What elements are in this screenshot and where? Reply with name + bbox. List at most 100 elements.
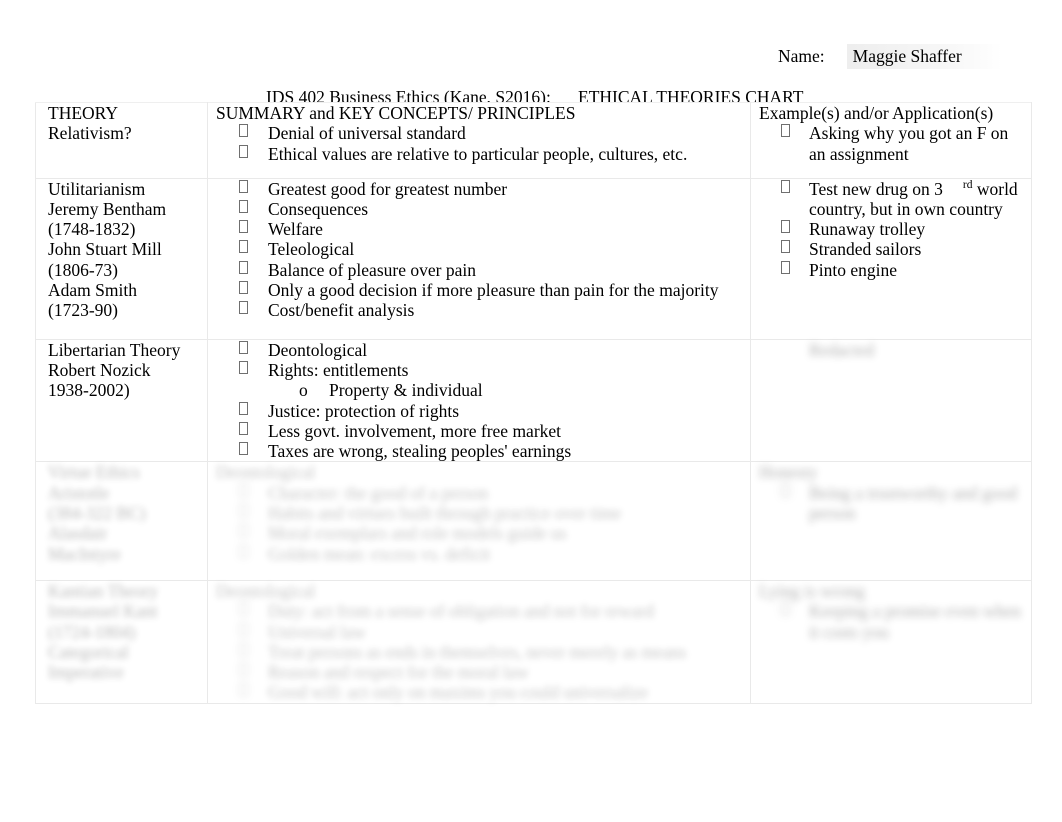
list-item-text: Only a good decision if more pleasure th… bbox=[268, 280, 719, 301]
summary-cell: Deontological Duty: act from a sense of … bbox=[207, 579, 751, 704]
list-item: Runaway trolley bbox=[759, 219, 1027, 239]
bullet-box-icon bbox=[781, 260, 790, 274]
list-item-text: Greatest good for greatest number bbox=[268, 178, 508, 199]
redacted-theory-block: Kantian Theory Immanuel Kant (1724-1804)… bbox=[48, 580, 158, 683]
list-item: Taxes are wrong, stealing peoples' earni… bbox=[216, 441, 746, 461]
example-bullet-list: Redacted bbox=[759, 340, 1027, 360]
theory-person-dates: (1748-1832) bbox=[48, 219, 136, 240]
bullet-box-icon bbox=[239, 401, 248, 415]
example-cell: Redacted bbox=[750, 338, 1032, 463]
summary-bullet-list: Greatest good for greatest number Conseq… bbox=[216, 179, 746, 321]
summary-cell: Deontological Rights: entitlements o Pro… bbox=[207, 338, 751, 463]
bullet-box-icon bbox=[239, 144, 248, 158]
list-item-text: Cost/benefit analysis bbox=[268, 300, 415, 321]
theory-cell: THEORY Relativism? bbox=[35, 102, 208, 179]
list-item-text-lead: Test new drug on 3 bbox=[809, 178, 943, 199]
redacted-summary-block: Deontological Duty: act from a sense of … bbox=[216, 580, 687, 703]
ethical-theories-table: THEORY Relativism? SUMMARY and KEY CONCE… bbox=[35, 102, 1032, 704]
redacted-summary-block: Deontological Character: the good of a p… bbox=[216, 462, 622, 564]
list-item-text: Stranded sailors bbox=[809, 239, 922, 260]
sub-list-item: o Property & individual bbox=[216, 380, 746, 400]
ordinal-suffix: rd bbox=[962, 178, 973, 191]
bullet-box-icon bbox=[781, 220, 790, 234]
bullet-box-icon bbox=[239, 301, 248, 315]
bullet-box-icon bbox=[239, 360, 248, 374]
list-item: Consequences bbox=[216, 199, 746, 219]
list-item: Teleological bbox=[216, 239, 746, 259]
bullet-box-icon bbox=[239, 124, 248, 138]
list-item: Less govt. involvement, more free market bbox=[216, 421, 746, 441]
example-cell: Honesty Being a trustworthy and good per… bbox=[750, 461, 1032, 581]
sub-list-item-text: Property & individual bbox=[329, 380, 483, 401]
theory-cell: Virtue Ethics Aristotle (384-322 BC) Ala… bbox=[35, 461, 208, 581]
theory-cell: Kantian Theory Immanuel Kant (1724-1804)… bbox=[35, 579, 208, 704]
bullet-box-icon bbox=[781, 240, 790, 254]
theory-person: Jeremy Bentham bbox=[48, 198, 167, 219]
theory-person-dates: (1723-90) bbox=[48, 300, 118, 321]
bullet-box-icon bbox=[239, 199, 248, 213]
bullet-box-icon bbox=[239, 240, 248, 254]
table-row: Libertarian Theory Robert Nozick 1938-20… bbox=[35, 338, 1032, 463]
list-item-text: Asking why you got an F on an assignment bbox=[809, 123, 1009, 164]
list-item-text: Pinto engine bbox=[809, 259, 897, 280]
bullet-box-icon bbox=[239, 260, 248, 274]
theory-person: Adam Smith bbox=[48, 280, 137, 301]
list-item-text: Justice: protection of rights bbox=[268, 400, 460, 421]
list-item: Only a good decision if more pleasure th… bbox=[216, 280, 746, 300]
list-item: Justice: protection of rights bbox=[216, 401, 746, 421]
list-item: Cost/benefit analysis bbox=[216, 300, 746, 320]
list-item-text-tail: world bbox=[976, 178, 1018, 199]
theory-person: John Stuart Mill bbox=[48, 239, 162, 260]
bullet-box-icon bbox=[239, 421, 248, 435]
example-cell: Lying is wrong Keeping a promise even wh… bbox=[750, 579, 1032, 704]
list-item-text: Taxes are wrong, stealing peoples' earni… bbox=[268, 441, 572, 462]
table-row-redacted: Virtue Ethics Aristotle (384-322 BC) Ala… bbox=[35, 461, 1032, 581]
circle-marker-icon: o bbox=[299, 380, 308, 401]
list-item-text: Redacted bbox=[809, 339, 875, 360]
redacted-example-block: Lying is wrong Keeping a promise even wh… bbox=[759, 580, 1021, 642]
theory-person: Robert Nozick bbox=[48, 359, 151, 380]
theory-cell: Utilitarianism Jeremy Bentham (1748-1832… bbox=[35, 177, 208, 340]
example-cell: Example(s) and/or Application(s) Asking … bbox=[750, 102, 1032, 179]
table-row: THEORY Relativism? SUMMARY and KEY CONCE… bbox=[35, 102, 1032, 179]
name-field-value[interactable]: Maggie Shaffer bbox=[846, 44, 1002, 69]
list-item-text: Deontological bbox=[268, 339, 368, 360]
list-item: Stranded sailors bbox=[759, 239, 1027, 259]
column-header-summary: SUMMARY and KEY CONCEPTS/ PRINCIPLES bbox=[216, 103, 576, 123]
summary-sub-bullet-list: o Property & individual bbox=[216, 380, 746, 400]
example-bullet-list: Test new drug on 3 rd world country, but … bbox=[759, 179, 1027, 280]
summary-bullet-list-continued: Justice: protection of rights Less govt.… bbox=[216, 401, 746, 462]
example-cell: Test new drug on 3 rd world country, but … bbox=[750, 177, 1032, 340]
summary-cell: SUMMARY and KEY CONCEPTS/ PRINCIPLES Den… bbox=[207, 102, 751, 179]
name-header: Name: Maggie Shaffer bbox=[0, 44, 1062, 74]
summary-bullet-list: Denial of universal standard Ethical val… bbox=[216, 123, 746, 164]
list-item-text: Consequences bbox=[268, 198, 369, 219]
list-item: Greatest good for greatest number bbox=[216, 179, 746, 199]
list-item-text: Less govt. involvement, more free market bbox=[268, 420, 562, 441]
document-page: Name: Maggie Shaffer IDS 402 Business Et… bbox=[0, 0, 1062, 822]
bullet-box-icon bbox=[781, 124, 790, 138]
summary-bullet-list: Deontological Rights: entitlements bbox=[216, 340, 746, 381]
theory-title-utilitarianism: Utilitarianism bbox=[48, 178, 146, 199]
list-item: Redacted bbox=[759, 340, 1027, 360]
list-item: Welfare bbox=[216, 219, 746, 239]
list-item-text-rest: country, but in own country bbox=[809, 198, 1003, 219]
theory-title-libertarian: Libertarian Theory bbox=[48, 339, 181, 360]
list-item-text: Ethical values are relative to particula… bbox=[268, 143, 688, 164]
summary-cell: Greatest good for greatest number Conseq… bbox=[207, 177, 751, 340]
example-bullet-list: Asking why you got an F on an assignment bbox=[759, 123, 1027, 164]
redacted-theory-block: Virtue Ethics Aristotle (384-322 BC) Ala… bbox=[48, 462, 146, 564]
theory-cell: Libertarian Theory Robert Nozick 1938-20… bbox=[35, 338, 208, 463]
table-row: Utilitarianism Jeremy Bentham (1748-1832… bbox=[35, 177, 1032, 340]
list-item-text: Runaway trolley bbox=[809, 219, 926, 240]
table-row-redacted: Kantian Theory Immanuel Kant (1724-1804)… bbox=[35, 579, 1032, 704]
column-header-theory: THEORY bbox=[48, 103, 118, 123]
list-item: Test new drug on 3 rd world country, but … bbox=[759, 179, 1027, 220]
summary-cell: Deontological Character: the good of a p… bbox=[207, 461, 751, 581]
bullet-box-icon bbox=[239, 340, 248, 354]
list-item: Asking why you got an F on an assignment bbox=[759, 123, 1027, 164]
bullet-box-icon bbox=[239, 220, 248, 234]
redacted-example-block: Honesty Being a trustworthy and good per… bbox=[759, 462, 1018, 524]
theory-title-relativism: Relativism? bbox=[48, 123, 132, 144]
list-item-text: Rights: entitlements bbox=[268, 359, 409, 380]
